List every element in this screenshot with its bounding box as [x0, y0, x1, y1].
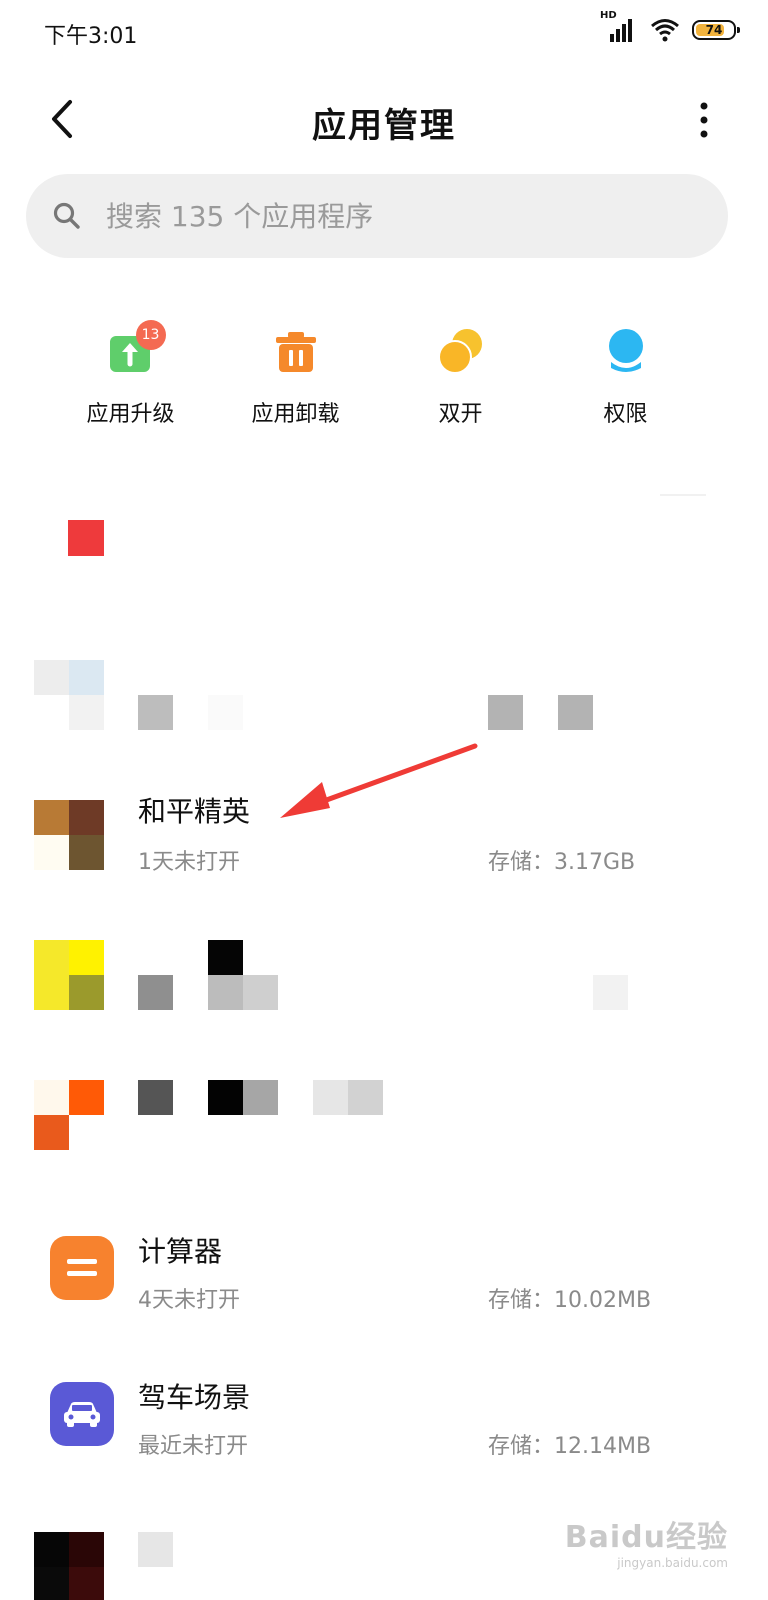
battery-indicator: 74 [692, 20, 740, 40]
app-row-calculator[interactable]: 计算器 4天未打开 存储：10.02MB [0, 1222, 768, 1332]
search-icon [53, 202, 80, 229]
page-title: 应用管理 [312, 106, 456, 146]
quick-action-label: 权限 [603, 402, 648, 427]
quick-action-label: 双开 [438, 402, 483, 427]
status-bar: 下午3:01 HD 74 [0, 0, 768, 70]
calculator-icon [50, 1236, 114, 1300]
quick-action-label: 应用升级 [86, 402, 175, 427]
pixel-block [69, 660, 104, 695]
quick-action-upgrade[interactable]: 13 应用升级 [48, 320, 213, 436]
more-button[interactable] [698, 100, 710, 140]
pixel-block [138, 695, 173, 730]
app-storage: 存储：10.02MB [488, 1288, 652, 1313]
baidu-watermark: Baidu经验 jingyan.baidu.com [565, 1512, 728, 1570]
app-last-open: 最近未打开 [138, 1434, 249, 1459]
signal-icon: HD [600, 10, 638, 44]
trash-icon [271, 326, 321, 376]
pixel-block [488, 695, 523, 730]
app-storage: 存储：12.14MB [488, 1434, 652, 1459]
permission-icon [601, 326, 651, 376]
more-vertical-icon [700, 102, 708, 138]
quick-actions: 13 应用升级 应用卸载 双开 权限 [48, 320, 708, 436]
quick-action-uninstall[interactable]: 应用卸载 [213, 326, 378, 436]
search-bar[interactable] [26, 174, 728, 258]
car-icon [50, 1382, 114, 1446]
pixel-block [660, 494, 706, 496]
upgrade-icon: 13 [106, 320, 166, 376]
annotation-arrow [280, 743, 478, 818]
status-icons: HD 74 [600, 10, 740, 44]
app-name: 和平精英 [138, 795, 251, 828]
app-last-open: 4天未打开 [138, 1288, 240, 1313]
header: 应用管理 [0, 80, 768, 160]
pixel-block [69, 695, 104, 730]
quick-action-label: 应用卸载 [251, 402, 340, 427]
app-name: 驾车场景 [138, 1381, 251, 1414]
pixel-block [68, 520, 104, 556]
pixel-block [34, 660, 69, 695]
app-storage: 存储：3.17GB [488, 850, 636, 875]
app-row-driving-mode[interactable]: 驾车场景 最近未打开 存储：12.14MB [0, 1368, 768, 1478]
app-name: 计算器 [138, 1235, 223, 1268]
status-time: 下午3:01 [44, 24, 138, 49]
pixel-block [208, 695, 243, 730]
quick-action-permission[interactable]: 权限 [543, 326, 708, 436]
network-label: HD [600, 10, 617, 21]
battery-percent: 74 [705, 23, 723, 37]
upgrade-badge: 13 [135, 320, 166, 350]
wifi-icon [650, 17, 680, 43]
pixel-block [558, 695, 593, 730]
app-last-open: 1天未打开 [138, 850, 240, 875]
search-input[interactable] [104, 198, 668, 234]
quick-action-dual-app[interactable]: 双开 [378, 326, 543, 436]
dual-app-icon [436, 326, 486, 376]
watermark-url: jingyan.baidu.com [617, 1556, 728, 1570]
watermark-text: Baidu经验 [564, 1520, 728, 1555]
